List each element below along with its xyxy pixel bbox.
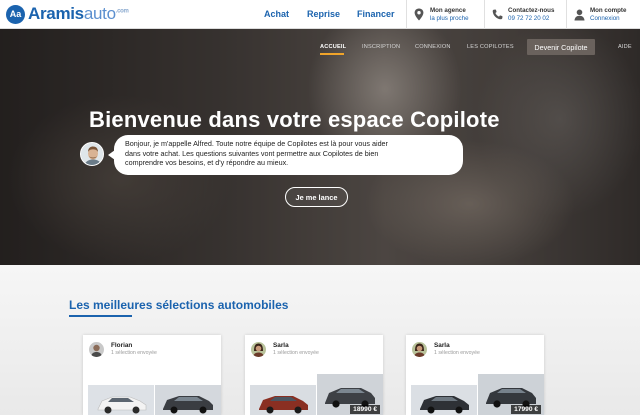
subnav-aide[interactable]: AIDE [618, 44, 632, 50]
logo-wordmark: Aramisauto.com [28, 4, 129, 24]
alfred-speech-bubble: Bonjour, je m'appelle Alfred. Toute notr… [114, 135, 463, 175]
logo-badge: Aa [6, 4, 25, 24]
car-thumbnail[interactable] [411, 385, 477, 415]
subnav-active-indicator [320, 53, 344, 55]
logo-name-suffix: .com [115, 8, 129, 15]
copilot-name: Florian [111, 342, 133, 349]
alfred-avatar [80, 142, 104, 166]
account-connexion: Connexion [590, 14, 620, 22]
contact-phone: 09 72 72 20 02 [508, 14, 550, 22]
copilot-selection-count: 1 sélection envoyée [111, 350, 157, 356]
subnav-inscription[interactable]: INSCRIPTION [362, 44, 400, 50]
car-thumbnail[interactable] [155, 385, 221, 415]
logo-name-light: auto [83, 4, 116, 23]
location-pin-icon [413, 8, 425, 22]
subnav-copilotes[interactable]: LES COPILOTES [467, 44, 514, 50]
copilot-selection-count: 1 sélection envoyée [434, 350, 480, 356]
section-title-underline [69, 315, 132, 317]
logo-name-bold: Aramis [28, 4, 84, 23]
user-icon [573, 8, 585, 22]
hero-title: Bienvenue dans votre espace Copilote [89, 107, 500, 132]
bubble-line-3: comprendre vos besoins, et d'y répondre … [125, 158, 289, 168]
selection-card[interactable]: Florian 1 sélection envoyée [83, 335, 221, 415]
top-header: Aa Aramisauto.com Achat Reprise Financer… [0, 0, 640, 29]
devenir-copilote-button[interactable]: Devenir Copilote [527, 39, 595, 55]
car-thumbnail[interactable]: 18990 € [317, 374, 383, 415]
selection-card[interactable]: Sarla 1 sélection envoyée 17990 € [406, 335, 544, 415]
copilot-name: Sarla [273, 342, 289, 349]
car-price: 18990 € [350, 405, 380, 414]
copilot-avatar [412, 342, 427, 357]
copilot-avatar [89, 342, 104, 357]
car-thumbnail[interactable] [88, 385, 154, 415]
car-price: 17990 € [511, 405, 541, 414]
agence-label: Mon agence [430, 6, 466, 14]
je-me-lance-button[interactable]: Je me lance [285, 187, 348, 207]
agence-link[interactable]: Mon agence la plus proche [406, 0, 484, 29]
subnav-accueil[interactable]: ACCUEIL [320, 44, 346, 50]
aramisauto-logo[interactable]: Aa Aramisauto.com [6, 4, 129, 24]
copilot-selection-count: 1 sélection envoyée [273, 350, 319, 356]
account-label: Mon compte [590, 6, 627, 14]
nav-achat-link[interactable]: Achat [264, 9, 289, 19]
nav-reprise-link[interactable]: Reprise [307, 9, 340, 19]
agence-sublabel: la plus proche [430, 14, 469, 22]
account-link[interactable]: Mon compte Connexion [566, 0, 640, 29]
car-thumbnail[interactable]: 17990 € [478, 374, 544, 415]
contact-link[interactable]: Contactez-nous 09 72 72 20 02 [484, 0, 566, 29]
bubble-line-2: dans votre achat. Les questions suivante… [125, 148, 379, 158]
section-title: Les meilleures sélections automobiles [69, 298, 289, 312]
hero-banner: ACCUEIL INSCRIPTION CONNEXION LES COPILO… [0, 29, 640, 265]
contact-label: Contactez-nous [508, 6, 555, 14]
subnav-connexion[interactable]: CONNEXION [415, 44, 451, 50]
phone-icon [491, 8, 503, 22]
copilot-name: Sarla [434, 342, 450, 349]
bubble-line-1: Bonjour, je m'appelle Alfred. Toute notr… [125, 139, 388, 148]
nav-financer-link[interactable]: Financer [357, 9, 395, 19]
car-thumbnail[interactable] [250, 385, 316, 415]
copilot-avatar [251, 342, 266, 357]
selection-card[interactable]: Sarla 1 sélection envoyée 18990 € [245, 335, 383, 415]
